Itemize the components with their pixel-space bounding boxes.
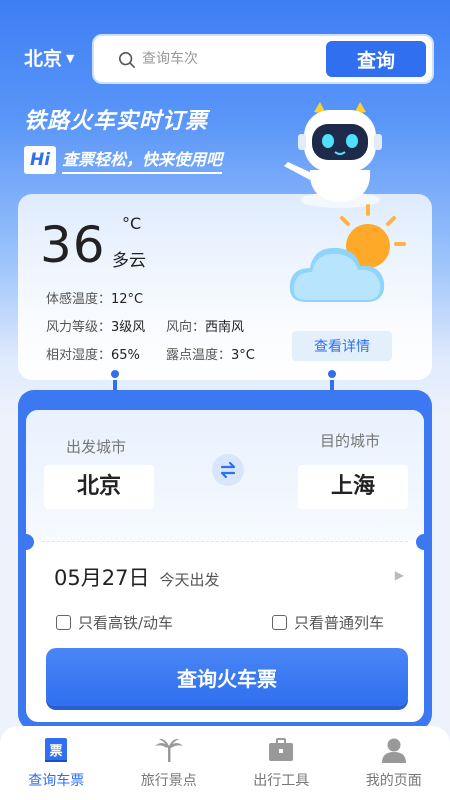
to-city-field[interactable]: 上海 bbox=[298, 465, 408, 509]
search-input[interactable] bbox=[142, 46, 322, 72]
regular-train-only-checkbox[interactable]: 只看普通列车 bbox=[272, 612, 384, 633]
caret-down-icon: ▼ bbox=[66, 52, 75, 65]
search-button[interactable]: 查询 bbox=[326, 41, 426, 77]
search-bar: 查询 bbox=[92, 34, 434, 84]
ticket-divider bbox=[42, 541, 408, 542]
checkbox-icon bbox=[272, 615, 287, 630]
bottom-nav: 票 查询车票 旅行景点 出行工具 我的页面 bbox=[0, 726, 450, 800]
nav-item-tickets[interactable]: 票 查询车票 bbox=[0, 726, 113, 800]
ticket-notch-left bbox=[18, 534, 34, 550]
route-section: 出发城市 目的城市 北京 上海 bbox=[26, 410, 424, 540]
feels-like-label: 体感温度： bbox=[46, 292, 112, 307]
departure-date: 05月27日 bbox=[54, 566, 150, 590]
humidity-value: 65% bbox=[111, 348, 140, 363]
wind-level-row: 风力等级：3级风 bbox=[46, 316, 145, 335]
banner-title: 铁路火车实时订票 bbox=[24, 109, 209, 134]
banner-subtitle: Hi 查票轻松，快来使用吧 bbox=[24, 146, 223, 174]
to-city-label: 目的城市 bbox=[320, 432, 381, 450]
dew-point-value: 3°C bbox=[231, 348, 255, 363]
ticket-notch-right bbox=[416, 534, 432, 550]
departure-date-hint: 今天出发 bbox=[159, 571, 220, 589]
search-icon bbox=[118, 51, 136, 69]
city-selector[interactable]: 北京 ▼ bbox=[24, 44, 74, 71]
ticket-icon: 票 bbox=[45, 738, 68, 762]
from-city-label: 出发城市 bbox=[66, 438, 127, 456]
humidity-label: 相对湿度： bbox=[46, 348, 112, 363]
nav-label-tickets: 查询车票 bbox=[28, 773, 85, 789]
swap-cities-button[interactable] bbox=[212, 454, 244, 486]
humidity-row: 相对湿度：65% bbox=[46, 344, 140, 363]
ticket-search-card: 出发城市 目的城市 北京 上海 05月27日 今天出发 ▶ 只看高铁/动车 只看… bbox=[18, 410, 432, 722]
nav-item-attractions[interactable]: 旅行景点 bbox=[113, 726, 226, 800]
feels-like-value: 12°C bbox=[111, 292, 144, 307]
hi-badge: Hi bbox=[24, 146, 57, 174]
dew-point-row: 露点温度：3°C bbox=[166, 344, 255, 363]
user-icon bbox=[381, 738, 406, 763]
nav-label-profile: 我的页面 bbox=[365, 773, 422, 789]
banner-subtitle-text: 查票轻松，快来使用吧 bbox=[62, 146, 223, 174]
weather-condition: 多云 bbox=[112, 251, 146, 271]
nav-item-tools[interactable]: 出行工具 bbox=[225, 726, 338, 800]
temperature-unit: °C bbox=[122, 214, 142, 233]
nav-label-tools: 出行工具 bbox=[253, 773, 310, 789]
top-bar: 北京 ▼ 查询 bbox=[0, 32, 450, 84]
query-tickets-button[interactable]: 查询火车票 bbox=[46, 648, 408, 706]
swap-icon bbox=[220, 461, 236, 479]
feels-like-row: 体感温度：12°C bbox=[46, 288, 143, 307]
wind-direction-label: 风向： bbox=[166, 320, 206, 335]
temperature-value: 36 bbox=[40, 216, 106, 274]
nav-label-attractions: 旅行景点 bbox=[140, 773, 197, 789]
high-speed-only-label: 只看高铁/动车 bbox=[78, 614, 174, 632]
date-selector[interactable]: 05月27日 今天出发 ▶ bbox=[54, 562, 404, 592]
high-speed-only-checkbox[interactable]: 只看高铁/动车 bbox=[56, 612, 173, 633]
wind-direction-row: 风向：西南风 bbox=[166, 316, 244, 335]
briefcase-icon bbox=[269, 738, 294, 761]
checkbox-icon bbox=[56, 615, 71, 630]
city-selector-label: 北京 bbox=[24, 48, 63, 70]
partly-cloudy-icon bbox=[289, 204, 406, 302]
wind-level-label: 风力等级： bbox=[46, 320, 112, 335]
wind-level-value: 3级风 bbox=[111, 320, 146, 335]
wind-direction-value: 西南风 bbox=[205, 320, 245, 335]
weather-card: 36 °C 多云 体感温度：12°C 风力等级：3级风 风向：西南风 相对湿度：… bbox=[18, 194, 432, 380]
dew-point-label: 露点温度： bbox=[166, 348, 232, 363]
weather-detail-button[interactable]: 查看详情 bbox=[292, 331, 392, 361]
nav-item-profile[interactable]: 我的页面 bbox=[338, 726, 450, 800]
regular-train-only-label: 只看普通列车 bbox=[294, 614, 385, 632]
from-city-field[interactable]: 北京 bbox=[44, 465, 154, 509]
svg-text:票: 票 bbox=[50, 743, 63, 759]
palm-tree-icon bbox=[154, 738, 183, 762]
chevron-right-icon: ▶ bbox=[394, 568, 404, 582]
